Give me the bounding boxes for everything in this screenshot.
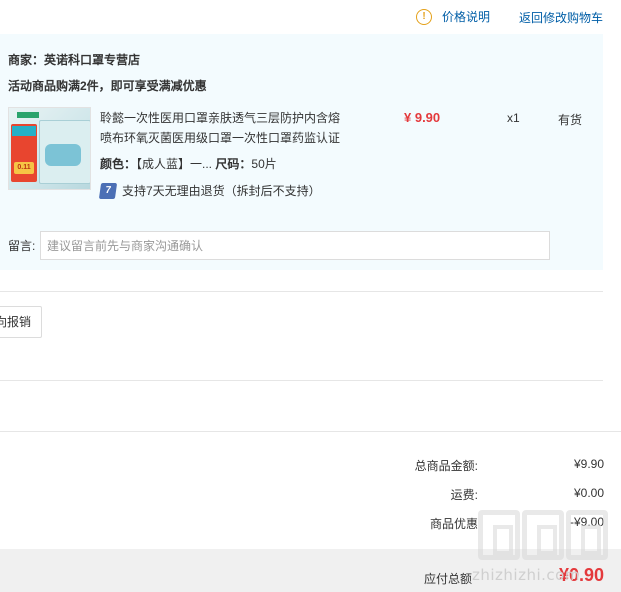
goods-total-row: 总商品金额: ¥9.90: [0, 457, 621, 477]
reimburse-button[interactable]: 向报销: [0, 306, 42, 338]
product-attributes: 颜色：【成人蓝】一... 尺码：50片: [100, 155, 277, 172]
product-title[interactable]: 聆懿一次性医用口罩亲肤透气三层防护内含熔喷布环氧灭菌医用级口罩一次性口罩药监认证: [100, 108, 348, 148]
stock-status: 有货: [558, 113, 583, 127]
promo-text: 活动商品购满2件，即可享受满减优惠: [8, 79, 207, 93]
shop-order-box: 商家：英诺科口罩专营店 活动商品购满2件，即可享受满减优惠 0.11 聆懿一次性…: [0, 34, 603, 270]
color-value: 【成人蓝】一...: [136, 157, 213, 171]
note-label: 留言:: [8, 239, 36, 253]
price-help-link[interactable]: ! 价格说明: [416, 8, 490, 25]
shipping-row: 运费: ¥0.00: [0, 486, 621, 506]
seven-day-return-icon: 7: [98, 182, 118, 199]
product-price: ¥ 9.90: [404, 110, 441, 125]
goods-total-label: 总商品金额:: [414, 459, 478, 473]
color-label: 颜色：: [100, 157, 137, 171]
divider: [0, 291, 603, 292]
watermark-glyph: [522, 510, 564, 560]
thumb-strip: [17, 112, 39, 118]
product-thumbnail[interactable]: 0.11: [8, 107, 91, 190]
size-value: 50片: [251, 157, 277, 171]
shipping-value: ¥0.00: [573, 486, 604, 500]
watermark-glyph: [478, 510, 520, 560]
size-label: 尺码：: [215, 157, 252, 171]
discount-label: 商品优惠: [429, 517, 478, 531]
watermark-text: zhizhizhi.com: [472, 566, 580, 584]
product-quantity: x1: [507, 111, 520, 125]
topbar: ! 价格说明 返回修改购物车: [0, 0, 621, 34]
goods-total-value: ¥9.90: [573, 457, 604, 471]
return-policy: 7 支持7天无理由退货（拆封后不支持）: [98, 182, 321, 199]
watermark-logo: [478, 510, 614, 562]
payable-label: 应付总额: [423, 572, 472, 586]
note-input[interactable]: [40, 231, 550, 260]
return-policy-text: 支持7天无理由退货（拆封后不支持）: [122, 184, 321, 198]
back-to-cart-link[interactable]: 返回修改购物车: [519, 9, 603, 26]
thumb-mask: [45, 144, 81, 166]
thumb-price-tag: 0.11: [14, 162, 34, 174]
divider: [0, 380, 603, 381]
thumb-blue-tag: [12, 126, 36, 136]
merchant-name: 商家：英诺科口罩专营店: [8, 53, 141, 67]
shipping-label: 运费:: [450, 488, 478, 502]
divider: [0, 431, 621, 432]
info-icon: !: [416, 8, 432, 25]
price-help-label: 价格说明: [442, 10, 491, 24]
watermark-glyph: [566, 510, 608, 560]
